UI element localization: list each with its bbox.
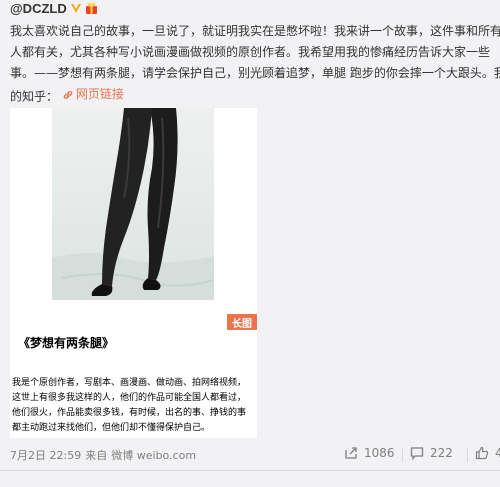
web-link[interactable]: 网页链接 (62, 84, 124, 105)
like-count: 46 (495, 446, 500, 460)
comment-count: 222 (430, 446, 453, 460)
card-body-line: 都主动跑过来找他们，但他们却不懂得保护自己。 (12, 423, 211, 433)
post-text: 我太喜欢说自己的故事，一旦说了，就证明我实在是憋坏啦！我来讲一个故事，这件事和所… (10, 21, 500, 105)
card-title: 《梦想有两条腿》 (18, 336, 115, 350)
author-name[interactable]: @DCZLD (10, 1, 67, 16)
member-badge-icon[interactable] (85, 2, 98, 15)
comment-button[interactable]: 222 (410, 446, 453, 460)
verified-v-icon[interactable] (70, 2, 82, 14)
comment-icon (410, 447, 424, 460)
card-body: 我是个原创作者，写剧本、画漫画、做动画、拍网络视频， 这世上有很多我这样的人，他… (12, 376, 256, 436)
zhihu-label: 的知乎： (10, 89, 59, 104)
action-bar: 1086 222 46 (0, 446, 500, 464)
web-link-label: 网页链接 (75, 87, 124, 101)
bottom-bar (0, 470, 500, 487)
post-text-line-last: 的知乎： 网页链接 (10, 84, 500, 105)
post-header: @DCZLD (10, 0, 98, 16)
post-text-line: 事。——梦想有两条腿，请学会保护自己，别光顾着追梦，单腿 跑步的你会摔一个大跟头… (10, 66, 500, 80)
share-button[interactable]: 1086 (344, 446, 395, 460)
share-icon (345, 447, 357, 459)
like-button[interactable]: 46 (475, 446, 500, 460)
long-image-badge: 长图 (227, 314, 257, 330)
thumbs-up-icon (475, 446, 489, 460)
divider (467, 448, 468, 462)
card-body-line: 这世上有很多我这样的人，他们的作品可能全国人都看过， (12, 393, 247, 403)
divider (402, 448, 403, 462)
card-body-line: 我是个原创作者，写剧本、画漫画、做动画、拍网络视频， (12, 378, 247, 388)
share-count: 1086 (364, 446, 395, 460)
post-text-line: 我太喜欢说自己的故事，一旦说了，就证明我实在是憋坏啦！我来讲一个故事，这件事和所… (10, 24, 500, 38)
link-icon (63, 90, 73, 99)
illustration-image (52, 108, 215, 300)
legs-illustration (52, 108, 215, 300)
card-body-line: 他们很火，作品能卖很多钱，有时候，出名的事、挣钱的事 (12, 408, 247, 418)
post-text-line: 人都有关，尤其各种写小说画漫画做视频的原创作者。我希望用我的惨痛经历告诉大家一些 (10, 45, 491, 59)
long-image-card[interactable]: 《梦想有两条腿》 我是个原创作者，写剧本、画漫画、做动画、拍网络视频， 这世上有… (10, 108, 257, 438)
